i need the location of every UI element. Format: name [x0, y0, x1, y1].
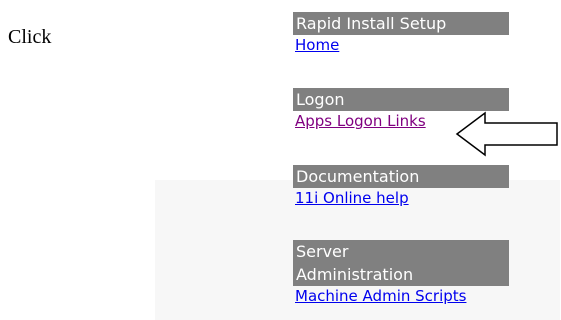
section-server-administration: Server Administration Machine Admin Scri… [293, 240, 509, 306]
home-link[interactable]: Home [293, 35, 339, 55]
section-rapid-install-setup: Rapid Install Setup Home [293, 12, 509, 55]
instruction-text: Click [8, 26, 52, 48]
section-header-documentation: Documentation [293, 165, 509, 188]
section-documentation: Documentation 11i Online help [293, 165, 509, 208]
online-help-link[interactable]: 11i Online help [293, 188, 409, 208]
section-header-line-2: Administration [296, 265, 414, 284]
section-header-rapid-install-setup: Rapid Install Setup [293, 12, 509, 35]
section-header-line-1: Server [296, 242, 349, 261]
section-header-server-administration: Server Administration [293, 240, 509, 286]
section-header-logon: Logon [293, 88, 509, 111]
machine-admin-scripts-link[interactable]: Machine Admin Scripts [293, 286, 466, 306]
left-arrow-icon [455, 111, 558, 157]
apps-logon-links-link[interactable]: Apps Logon Links [293, 111, 426, 131]
